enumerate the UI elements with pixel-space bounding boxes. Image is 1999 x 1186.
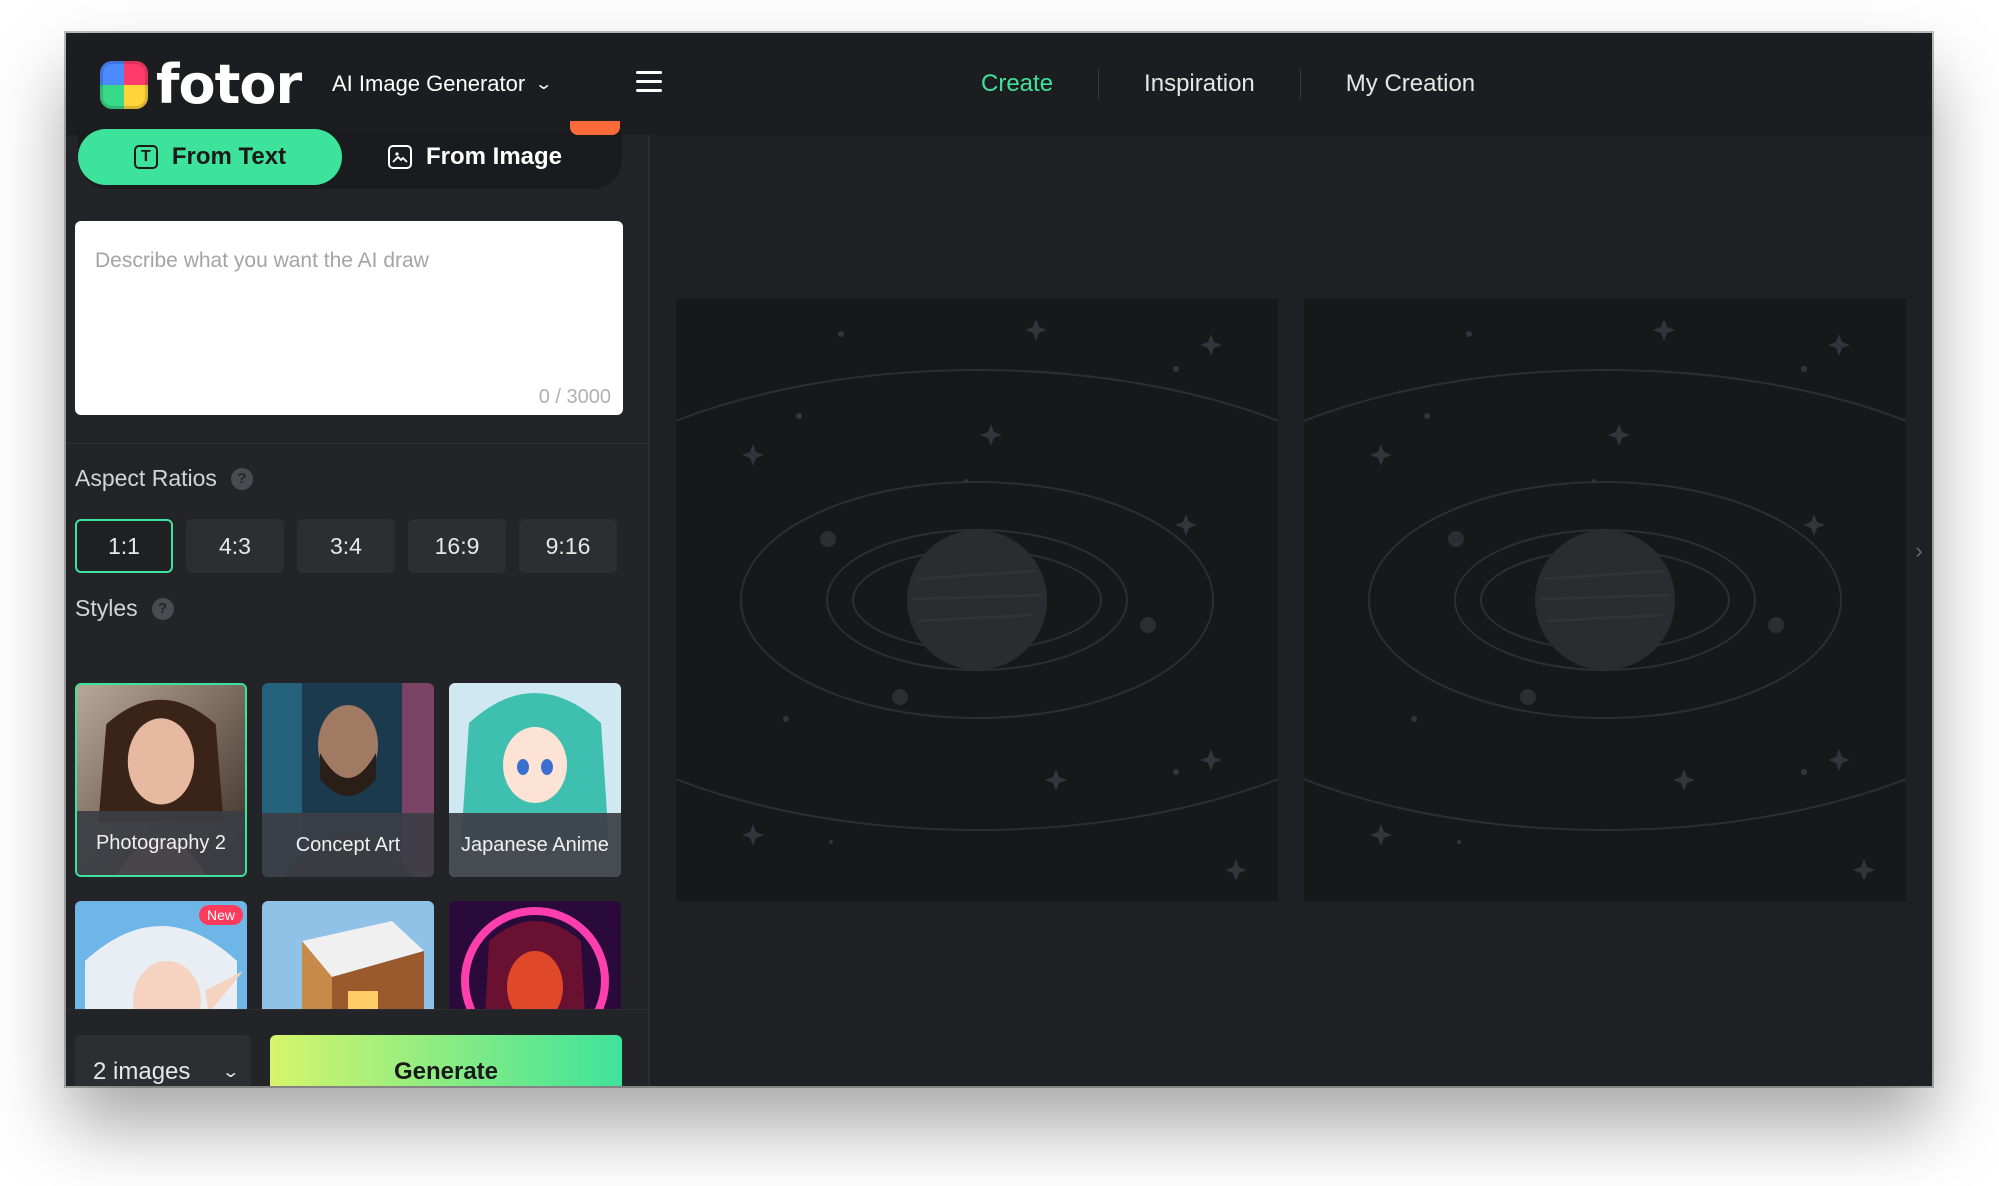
ratio-9-16[interactable]: 9:16 xyxy=(519,519,617,573)
product-label: AI Image Generator xyxy=(332,71,526,96)
nav-create[interactable]: Create xyxy=(936,70,1098,98)
nav-my-creation[interactable]: My Creation xyxy=(1301,70,1520,98)
style-concept-art[interactable]: Concept Art xyxy=(262,683,434,877)
divider xyxy=(66,443,648,444)
char-counter: 0 / 3000 xyxy=(538,386,611,408)
new-flag-badge xyxy=(570,121,620,135)
style-isometric[interactable] xyxy=(262,901,434,1009)
prompt-input[interactable]: Describe what you want the AI draw 0 / 3… xyxy=(75,221,623,415)
style-japanese-anime[interactable]: Japanese Anime xyxy=(449,683,621,877)
logo-text: fotor xyxy=(156,53,302,116)
style-label: Photography 2 xyxy=(77,811,245,875)
main-nav: Create Inspiration My Creation xyxy=(936,33,1520,135)
styles-heading: Styles ? xyxy=(75,595,174,622)
style-neon[interactable] xyxy=(449,901,621,1009)
product-dropdown[interactable]: AI Image Generator ⌄ xyxy=(332,33,554,135)
generate-bar: 2 images ⌄ Generate xyxy=(66,1009,648,1086)
isometric-thumbnail xyxy=(262,901,434,1009)
style-label: Concept Art xyxy=(262,813,434,877)
tab-from-text-label: From Text xyxy=(171,143,287,170)
tab-from-text[interactable]: T From Text xyxy=(78,129,342,185)
chevron-down-icon: ⌄ xyxy=(220,1064,240,1081)
generate-button[interactable]: Generate xyxy=(270,1035,622,1086)
planet-placeholder xyxy=(1304,319,1906,881)
style-elf[interactable]: New xyxy=(75,901,247,1009)
style-label: Japanese Anime xyxy=(449,813,621,877)
image-count-value: 2 images xyxy=(93,1058,191,1085)
styles-grid: Photography 2 Concept Art Japanese Anime… xyxy=(75,683,635,1009)
help-icon[interactable]: ? xyxy=(230,467,253,490)
image-icon xyxy=(388,145,412,169)
menu-icon[interactable] xyxy=(636,71,662,93)
image-count-select[interactable]: 2 images ⌄ xyxy=(75,1035,251,1086)
new-badge: New xyxy=(198,905,243,925)
mode-tabs: T From Text From Image xyxy=(78,121,622,189)
ratio-16-9[interactable]: 16:9 xyxy=(408,519,506,573)
ratio-3-4[interactable]: 3:4 xyxy=(297,519,395,573)
chevron-down-icon: ⌄ xyxy=(534,76,554,93)
logo-mark-icon xyxy=(100,61,148,109)
text-icon: T xyxy=(133,145,158,169)
aspect-ratios-label: Aspect Ratios xyxy=(75,465,217,491)
style-photography-2[interactable]: Photography 2 xyxy=(75,683,247,877)
app-window: fotor AI Image Generator ⌄ Create Inspir… xyxy=(66,33,1932,1086)
neon-thumbnail xyxy=(449,901,621,1009)
chevron-right-icon[interactable]: › xyxy=(1906,523,1932,579)
image-placeholder-1 xyxy=(676,299,1278,901)
tab-from-image-label: From Image xyxy=(426,143,563,170)
tab-from-image[interactable]: From Image xyxy=(388,129,562,185)
image-placeholder-2 xyxy=(1304,299,1906,901)
result-canvas: › xyxy=(650,135,1932,1086)
planet-placeholder xyxy=(676,319,1278,881)
prompt-placeholder: Describe what you want the AI draw xyxy=(95,249,429,272)
styles-label: Styles xyxy=(75,595,138,621)
aspect-ratio-options: 1:1 4:3 3:4 16:9 9:16 xyxy=(75,519,617,573)
nav-inspiration[interactable]: Inspiration xyxy=(1099,70,1300,98)
fotor-logo[interactable]: fotor xyxy=(100,53,302,116)
ratio-4-3[interactable]: 4:3 xyxy=(186,519,284,573)
settings-panel: T From Text From Image Describe what you… xyxy=(66,121,650,1086)
help-icon[interactable]: ? xyxy=(151,597,174,620)
top-header: fotor AI Image Generator ⌄ Create Inspir… xyxy=(66,33,1932,136)
aspect-ratios-heading: Aspect Ratios ? xyxy=(75,465,253,492)
ratio-1-1[interactable]: 1:1 xyxy=(75,519,173,573)
